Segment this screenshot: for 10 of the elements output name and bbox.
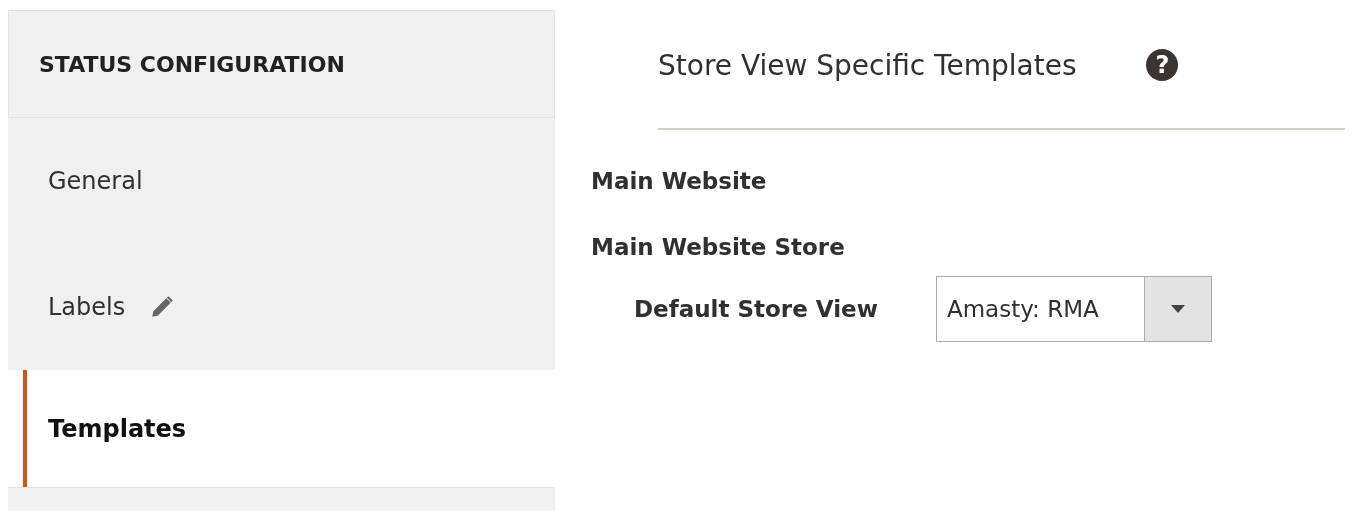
sidebar-item[interactable]: Labels <box>8 244 555 370</box>
store-label: Main Website Store <box>591 233 845 262</box>
section-title: Store View Specific Templates <box>658 48 1077 82</box>
caret-icon <box>1170 305 1185 313</box>
store-view-label: Default Store View <box>634 296 878 322</box>
sidebar-title: STATUS CONFIGURATION <box>39 51 345 77</box>
template-select[interactable]: Amasty: RMA <box>935 276 1212 342</box>
help-icon[interactable]: ? <box>1146 49 1179 81</box>
sidebar-item[interactable]: General <box>8 118 555 244</box>
website-label: Main Website <box>591 167 767 196</box>
